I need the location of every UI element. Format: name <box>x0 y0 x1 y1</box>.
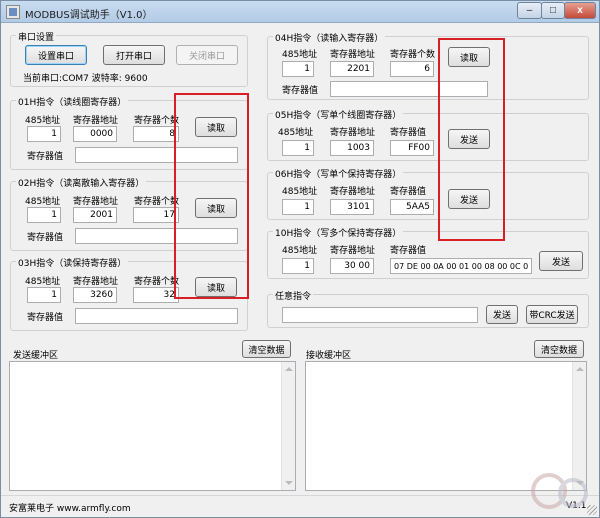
send-buffer-scrollbar[interactable] <box>281 362 295 490</box>
minimize-button[interactable]: – <box>517 2 542 19</box>
recv-buffer-label: 接收缓冲区 <box>306 351 352 361</box>
cmd06-addr-input[interactable] <box>282 199 314 215</box>
cmd10-reg-addr-input[interactable] <box>330 258 374 274</box>
scroll-down-icon[interactable] <box>285 481 293 485</box>
cmd03-value-input[interactable] <box>75 308 238 324</box>
cmd06-value-label: 寄存器值 <box>390 187 427 197</box>
custom-send-crc-button[interactable]: 带CRC发送 <box>526 305 578 324</box>
cmd10-title: 10H指令（写多个保持寄存器） <box>273 226 404 239</box>
scroll-up-icon[interactable] <box>576 367 584 371</box>
close-button[interactable]: x <box>564 2 596 19</box>
cmd02-reg-addr-input[interactable] <box>73 207 117 223</box>
serial-settings-title: 串口设置 <box>16 30 57 43</box>
cmd10-addr-input[interactable] <box>282 258 314 274</box>
setup-serial-button[interactable]: 设置串口 <box>25 45 87 65</box>
cmd04-count-input[interactable] <box>390 61 434 77</box>
cmd04-reg-addr-input[interactable] <box>330 61 374 77</box>
cmd02-reg-addr-label: 寄存器地址 <box>73 197 119 207</box>
cmd05-title: 05H指令（写单个线圈寄存器） <box>273 108 404 121</box>
cmd02-title: 02H指令（读离散输入寄存器） <box>16 176 147 189</box>
company-label: 安富莱电子 www.armfly.com <box>9 504 131 514</box>
maximize-button[interactable]: □ <box>541 2 565 19</box>
close-serial-button[interactable]: 关闭串口 <box>176 45 238 65</box>
cmd06-addr-label: 485地址 <box>282 187 318 197</box>
cmd03-value-label: 寄存器值 <box>27 313 64 323</box>
recv-clear-button[interactable]: 清空数据 <box>534 340 584 358</box>
custom-cmd-title: 任意指令 <box>273 289 314 302</box>
scroll-up-icon[interactable] <box>285 367 293 371</box>
cmd04-addr-label: 485地址 <box>282 50 318 60</box>
cmd03-title: 03H指令（读保持寄存器） <box>16 256 129 269</box>
cmd05-addr-label: 485地址 <box>278 128 314 138</box>
cmd03-reg-addr-label: 寄存器地址 <box>73 277 119 287</box>
title-bar[interactable]: MODBUS调试助手（V1.0） – □ x <box>1 1 599 23</box>
cmd06-reg-addr-input[interactable] <box>330 199 374 215</box>
cmd04-value-label: 寄存器值 <box>282 86 319 96</box>
cmd06-reg-addr-label: 寄存器地址 <box>330 187 376 197</box>
cmd02-count-label: 寄存器个数 <box>134 197 180 207</box>
open-serial-button[interactable]: 打开串口 <box>103 45 165 65</box>
cmd01-addr-input[interactable] <box>27 126 61 142</box>
cmd06-group: 06H指令（写单个保持寄存器） 485地址 寄存器地址 寄存器值 发送 <box>267 167 589 220</box>
cmd01-addr-label: 485地址 <box>25 116 61 126</box>
cmd04-addr-input[interactable] <box>282 61 314 77</box>
cmd04-group: 04H指令（读输入寄存器） 485地址 寄存器地址 寄存器个数 寄存器值 读取 <box>267 31 589 100</box>
cmd01-reg-addr-label: 寄存器地址 <box>73 116 119 126</box>
cmd05-group: 05H指令（写单个线圈寄存器） 485地址 寄存器地址 寄存器值 发送 <box>267 108 589 161</box>
status-bar: 安富莱电子 www.armfly.com V1.1 <box>1 495 599 517</box>
cmd03-reg-addr-input[interactable] <box>73 287 117 303</box>
cmd01-reg-addr-input[interactable] <box>73 126 117 142</box>
cmd06-title: 06H指令（写单个保持寄存器） <box>273 167 404 180</box>
cmd04-count-label: 寄存器个数 <box>390 50 436 60</box>
cmd04-reg-addr-label: 寄存器地址 <box>330 50 376 60</box>
cmd10-addr-label: 485地址 <box>282 246 318 256</box>
custom-cmd-input[interactable] <box>282 307 478 323</box>
cmd01-value-label: 寄存器值 <box>27 152 64 162</box>
cmd02-value-label: 寄存器值 <box>27 233 64 243</box>
cmd05-reg-addr-label: 寄存器地址 <box>330 128 376 138</box>
cmd02-addr-label: 485地址 <box>25 197 61 207</box>
cmd02-addr-input[interactable] <box>27 207 61 223</box>
cmd03-addr-label: 485地址 <box>25 277 61 287</box>
cmd10-value-label: 寄存器值 <box>390 246 427 256</box>
send-buffer-textarea[interactable] <box>9 361 296 491</box>
cmd01-count-label: 寄存器个数 <box>134 116 180 126</box>
serial-settings-group: 串口设置 设置串口 打开串口 关闭串口 当前串口:COM7 波特率: 9600 <box>10 30 248 87</box>
window-title: MODBUS调试助手（V1.0） <box>25 10 153 21</box>
app-icon <box>6 5 20 19</box>
cmd03-count-label: 寄存器个数 <box>134 277 180 287</box>
highlight-box-left <box>174 93 249 299</box>
cmd10-value-input[interactable] <box>390 258 532 274</box>
cmd02-count-input[interactable] <box>133 207 179 223</box>
cmd01-title: 01H指令（读线圈寄存器） <box>16 95 129 108</box>
custom-cmd-group: 任意指令 发送 带CRC发送 <box>267 289 589 328</box>
cmd10-reg-addr-label: 寄存器地址 <box>330 246 376 256</box>
cmd05-value-label: 寄存器值 <box>390 128 427 138</box>
serial-status: 当前串口:COM7 波特率: 9600 <box>23 74 148 84</box>
app-window: MODBUS调试助手（V1.0） – □ x 串口设置 设置串口 打开串口 关闭… <box>0 0 600 518</box>
cmd01-count-input[interactable] <box>133 126 179 142</box>
cmd03-count-input[interactable] <box>133 287 179 303</box>
cmd10-group: 10H指令（写多个保持寄存器） 485地址 寄存器地址 寄存器值 发送 <box>267 226 589 279</box>
cmd10-send-button[interactable]: 发送 <box>539 251 583 271</box>
cmd05-addr-input[interactable] <box>282 140 314 156</box>
highlight-box-right <box>438 38 505 241</box>
send-buffer-label: 发送缓冲区 <box>13 351 59 361</box>
cmd06-value-input[interactable] <box>390 199 434 215</box>
cmd03-addr-input[interactable] <box>27 287 61 303</box>
cmd05-reg-addr-input[interactable] <box>330 140 374 156</box>
cmd05-value-input[interactable] <box>390 140 434 156</box>
custom-send-button[interactable]: 发送 <box>486 305 518 324</box>
cmd04-title: 04H指令（读输入寄存器） <box>273 31 386 44</box>
send-clear-button[interactable]: 清空数据 <box>242 340 291 358</box>
watermark-logo-icon <box>531 473 588 509</box>
